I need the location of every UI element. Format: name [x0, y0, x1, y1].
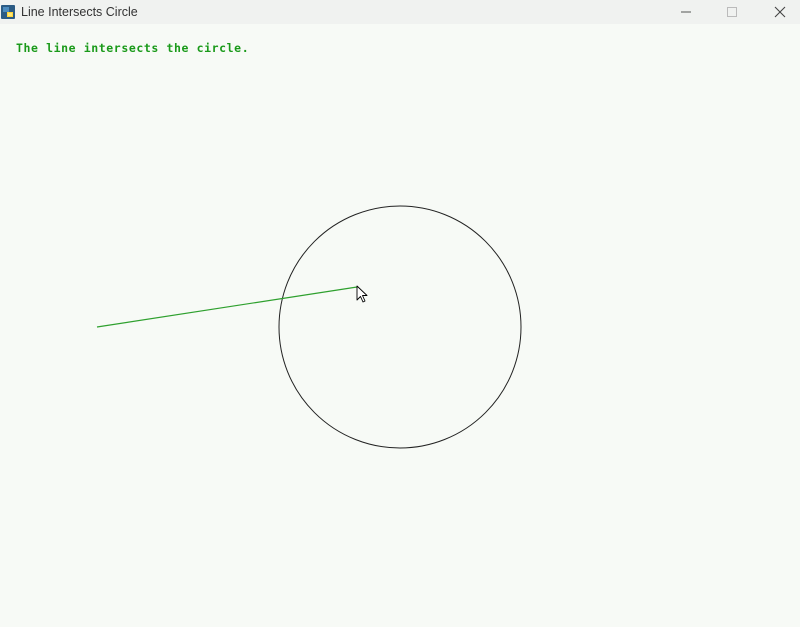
- drawing-canvas[interactable]: The line intersects the circle.: [0, 24, 800, 627]
- minimize-button[interactable]: [663, 0, 709, 24]
- close-icon: [773, 5, 787, 19]
- minimize-icon: [680, 6, 692, 18]
- line-segment[interactable]: [96, 286, 358, 328]
- python-icon: [1, 4, 15, 19]
- close-button[interactable]: [757, 0, 800, 24]
- mouse-pointer-icon: [356, 285, 368, 303]
- app-window: Line Intersects Circle The line intersec…: [0, 0, 800, 627]
- circle-shape: [278, 205, 522, 449]
- title-bar[interactable]: Line Intersects Circle: [0, 0, 800, 24]
- maximize-icon: [726, 6, 738, 18]
- maximize-button[interactable]: [709, 0, 755, 24]
- window-title: Line Intersects Circle: [21, 5, 138, 19]
- scene: [96, 205, 522, 449]
